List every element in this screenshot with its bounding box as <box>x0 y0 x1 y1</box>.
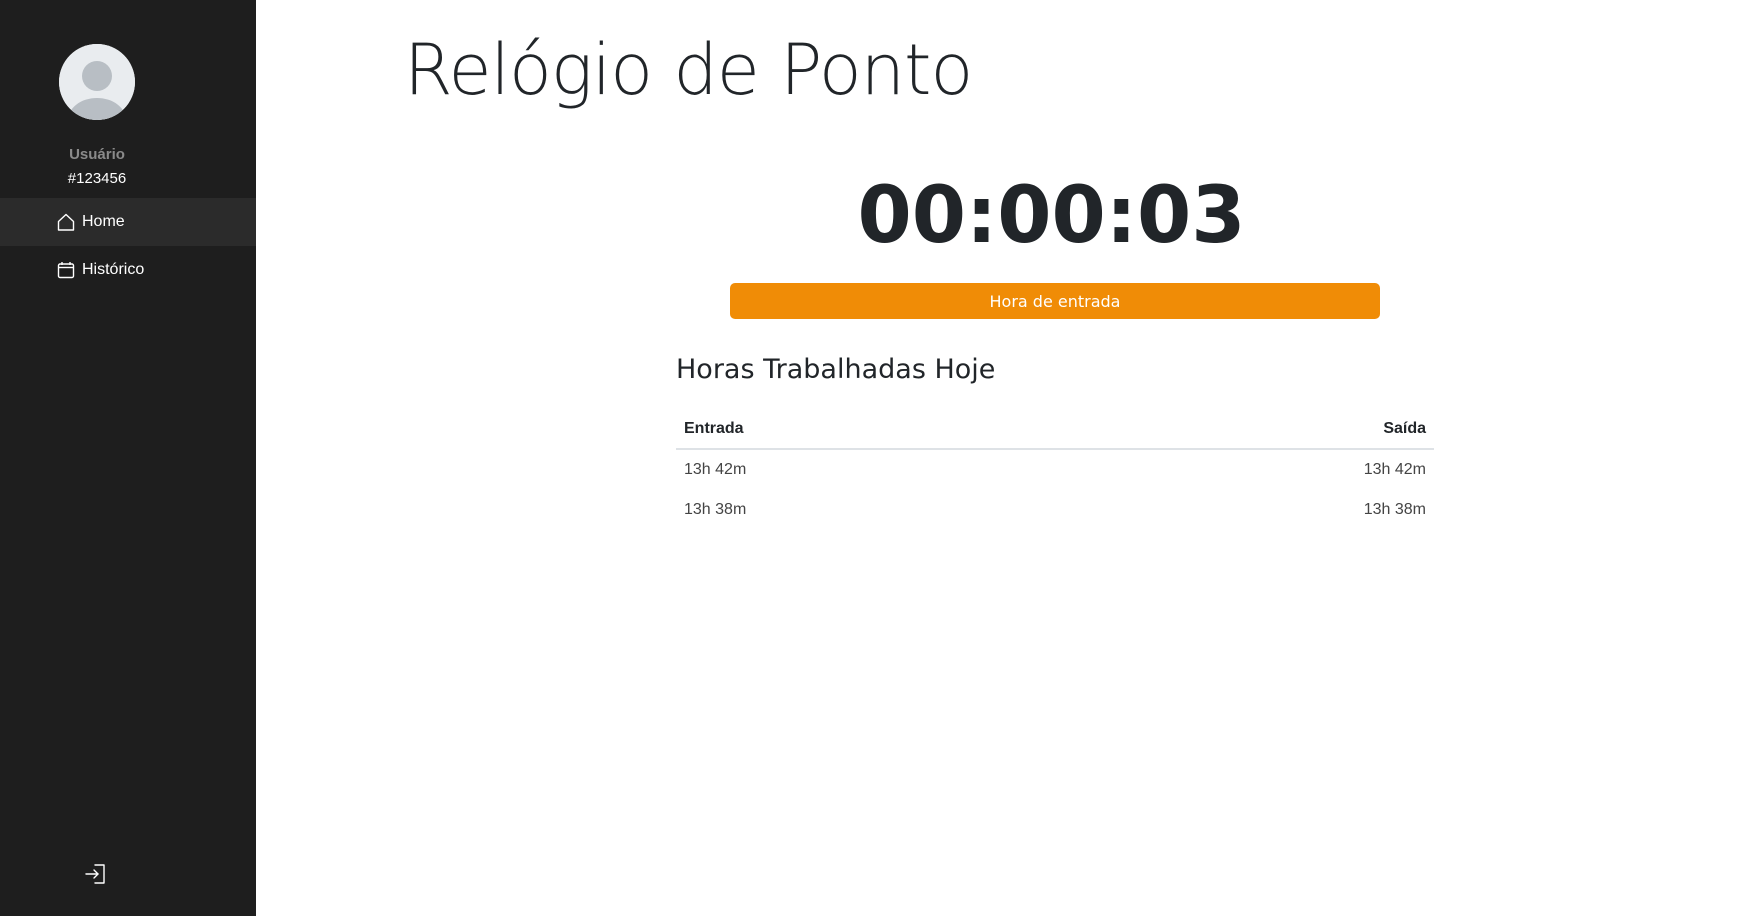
sidebar-item-label: Histórico <box>82 261 145 278</box>
sidebar-item-home[interactable]: Home <box>0 198 256 246</box>
logout-icon <box>85 864 105 884</box>
saida-cell: 13h 38m <box>1363 501 1426 518</box>
table-row: 13h 38m 13h 38m <box>676 490 1434 530</box>
user-avatar-icon <box>59 44 135 120</box>
avatar[interactable] <box>59 44 135 120</box>
app: Usuário #123456 Home Histórico Relógio d… <box>0 0 1759 916</box>
entrada-cell: 13h 42m <box>684 461 747 478</box>
table-row: 13h 42m 13h 42m <box>676 449 1434 490</box>
hours-table: Entrada Saída 13h 42m 13h 42m 13h 38m 13… <box>676 410 1434 530</box>
column-header-saida: Saída <box>1055 410 1434 450</box>
user-label: Usuário <box>69 146 125 163</box>
hours-section-title: Horas Trabalhadas Hoje <box>676 354 996 385</box>
logout-button[interactable] <box>83 861 109 887</box>
sidebar: Usuário #123456 Home Histórico <box>0 0 256 916</box>
sidebar-item-historico[interactable]: Histórico <box>0 246 256 294</box>
user-id: #123456 <box>67 170 127 187</box>
clock-in-button[interactable]: Hora de entrada <box>730 283 1380 319</box>
elapsed-timer: 00:00:03 <box>857 171 1246 261</box>
page-title: Relógio de Ponto <box>404 29 973 111</box>
entrada-cell: 13h 38m <box>684 501 747 518</box>
table-header-row: Entrada Saída <box>676 410 1434 450</box>
saida-cell: 13h 42m <box>1363 461 1426 478</box>
home-icon <box>56 212 76 232</box>
calendar-icon <box>56 260 76 280</box>
sidebar-item-label: Home <box>82 213 125 230</box>
column-header-entrada: Entrada <box>676 410 1055 450</box>
